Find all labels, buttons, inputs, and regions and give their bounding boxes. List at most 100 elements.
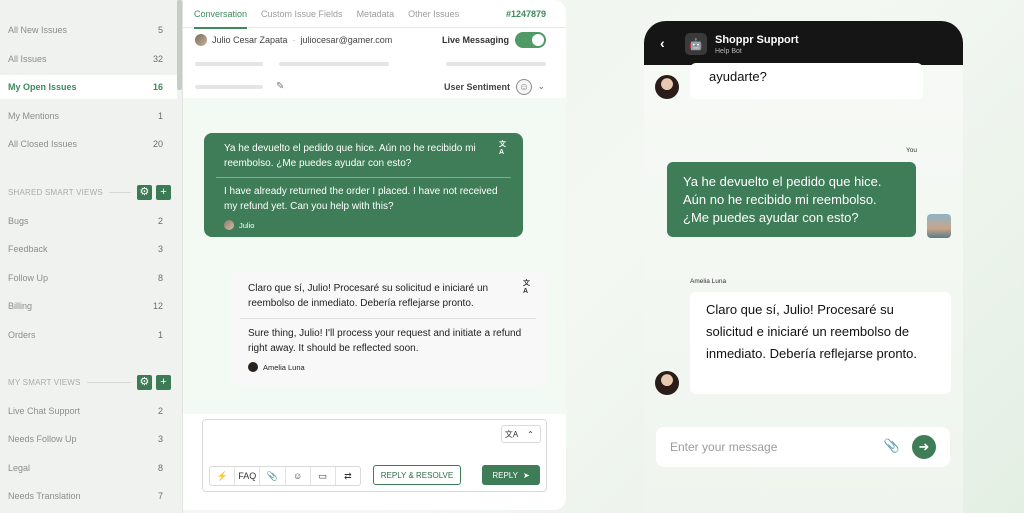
divider: [216, 177, 511, 178]
tab-custom-issue-fields[interactable]: Custom Issue Fields: [261, 0, 343, 28]
sidebar-item-my-mentions[interactable]: My Mentions 1: [0, 104, 177, 128]
pencil-icon[interactable]: ✎: [276, 81, 284, 92]
sidebar-scrollbar[interactable]: [177, 0, 182, 90]
ticket-id: #1247879: [505, 9, 546, 19]
message-translation: I have already returned the order I plac…: [224, 186, 498, 212]
message-author: Amelia Luna: [248, 362, 528, 372]
sidebar-item-needs-follow-up[interactable]: Needs Follow Up 3: [0, 427, 177, 451]
sidebar-item-label: All Closed Issues: [8, 139, 78, 149]
divider: [108, 191, 131, 193]
briefcase-icon[interactable]: ▭: [311, 467, 336, 485]
avatar: [927, 214, 951, 238]
sidebar-item-label: My Open Issues: [8, 82, 77, 92]
sidebar-item-orders[interactable]: Orders 1: [0, 323, 177, 347]
paperclip-icon[interactable]: 📎: [884, 438, 900, 454]
chevron-up-icon[interactable]: ⌃: [521, 426, 540, 442]
reply-and-resolve-button[interactable]: REPLY & RESOLVE: [373, 465, 461, 485]
plus-icon[interactable]: +: [156, 374, 171, 390]
tab-bar: Conversation Custom Issue Fields Metadat…: [183, 0, 566, 29]
tab-conversation[interactable]: Conversation: [194, 0, 248, 29]
sidebar-item-billing[interactable]: Billing 12: [0, 294, 177, 318]
paperclip-icon[interactable]: 📎: [260, 467, 286, 485]
divider: [86, 381, 131, 383]
sidebar-item-follow-up[interactable]: Follow Up 8: [0, 266, 177, 290]
chat-message-user: Ya he devuelto el pedido que hice. Aún n…: [667, 162, 916, 237]
live-messaging-toggle[interactable]: [515, 32, 546, 48]
send-icon: ➤: [522, 470, 530, 480]
reply-button[interactable]: REPLY ➤: [482, 465, 540, 485]
sidebar-item-count: 1: [157, 330, 163, 340]
reply-button-label: REPLY: [492, 470, 518, 480]
sidebar-item-needs-translation[interactable]: Needs Translation 7: [0, 484, 177, 508]
you-label: You: [906, 147, 917, 154]
sidebar-item-my-open-issues[interactable]: My Open Issues 16: [0, 75, 177, 99]
sidebar-item-count: 2: [157, 216, 163, 226]
emoji-icon[interactable]: ☺: [286, 467, 311, 485]
live-messaging: Live Messaging: [442, 32, 546, 48]
sidebar-item-label: Billing: [8, 301, 33, 311]
composer-translate-controls: 文A ⌃: [501, 425, 541, 443]
composer-toolbar: ⚡ FAQ 📎 ☺ ▭ ⇄: [209, 466, 361, 486]
sidebar-item-label: Bugs: [8, 216, 29, 226]
sidebar-item-label: My Mentions: [8, 111, 60, 121]
section-title: MY SMART VIEWS: [8, 377, 81, 387]
lightning-icon[interactable]: ⚡: [210, 467, 236, 485]
conversation-panel: Conversation Custom Issue Fields Metadat…: [183, 0, 566, 510]
agent-message: 文A Claro que sí, Julio! Procesaré su sol…: [229, 272, 547, 386]
live-messaging-label: Live Messaging: [441, 35, 509, 45]
avatar: [195, 34, 207, 46]
sidebar-item-label: All New Issues: [8, 25, 68, 35]
gear-icon[interactable]: ⚙: [137, 374, 152, 390]
back-icon[interactable]: ‹: [660, 35, 665, 51]
translate-icon[interactable]: 文A: [523, 280, 535, 295]
chat-message-agent: ayudarte?: [690, 63, 923, 99]
sidebar-item-count: 1: [157, 111, 163, 121]
transfer-icon[interactable]: ⇄: [336, 467, 360, 485]
faq-icon[interactable]: FAQ: [235, 467, 261, 485]
placeholder-bar: [195, 85, 263, 89]
sidebar-item-count: 8: [157, 463, 163, 473]
customer-message: 文A Ya he devuelto el pedido que hice. Aú…: [204, 133, 523, 237]
sidebar-item-all-issues[interactable]: All Issues 32: [0, 47, 177, 71]
message-input[interactable]: Enter your message 📎 ➜: [656, 427, 950, 467]
sidebar-item-feedback[interactable]: Feedback 3: [0, 237, 177, 261]
sidebar-item-count: 8: [157, 273, 163, 283]
placeholder-bar: [195, 62, 263, 66]
avatar: [248, 362, 258, 372]
avatar: [224, 220, 234, 230]
customer-email: juliocesar@gamer.com: [300, 35, 393, 45]
chat-subtitle: Help Bot: [715, 48, 742, 55]
sidebar-item-all-new-issues[interactable]: All New Issues 5: [0, 18, 177, 42]
sidebar-item-label: All Issues: [8, 54, 47, 64]
sidebar-item-count: 32: [152, 54, 163, 64]
translate-icon[interactable]: 文A: [499, 141, 511, 156]
customer-name: Julio Cesar Zapata: [212, 35, 288, 45]
avatar: [655, 75, 679, 99]
sidebar-item-live-chat-support[interactable]: Live Chat Support 2: [0, 399, 177, 423]
sidebar-item-count: 3: [157, 244, 163, 254]
reply-composer[interactable]: 文A ⌃ ⚡ FAQ 📎 ☺ ▭ ⇄ REPLY & RESOLVE REPLY…: [202, 419, 547, 492]
sidebar-item-all-closed-issues[interactable]: All Closed Issues 20: [0, 132, 177, 156]
sidebar-item-count: 2: [157, 406, 163, 416]
sidebar: All New Issues 5 All Issues 32 My Open I…: [0, 0, 183, 513]
sidebar-item-legal[interactable]: Legal 8: [0, 456, 177, 480]
chevron-down-icon[interactable]: ⌄: [537, 81, 545, 92]
message-original: Claro que sí, Julio! Procesaré su solici…: [248, 283, 489, 309]
sentiment-label: User Sentiment: [443, 82, 510, 92]
sentiment-row: ✎ User Sentiment ☺ ⌄: [183, 76, 566, 98]
tab-metadata[interactable]: Metadata: [357, 0, 395, 28]
sidebar-item-label: Live Chat Support: [8, 406, 81, 416]
sidebar-item-label: Orders: [8, 330, 36, 340]
gear-icon[interactable]: ⚙: [137, 184, 152, 200]
sidebar-item-label: Follow Up: [8, 273, 49, 283]
chat-title: Shoppr Support: [715, 34, 799, 46]
chat-message-agent: Claro que sí, Julio! Procesaré su solici…: [690, 292, 951, 394]
tab-other-issues[interactable]: Other Issues: [408, 0, 459, 28]
sidebar-item-bugs[interactable]: Bugs 2: [0, 209, 177, 233]
neutral-face-icon[interactable]: ☺: [516, 79, 532, 95]
send-button[interactable]: ➜: [912, 435, 936, 459]
sidebar-item-label: Needs Translation: [8, 491, 81, 501]
agent-name-label: Amelia Luna: [690, 278, 727, 285]
plus-icon[interactable]: +: [156, 184, 171, 200]
translate-icon[interactable]: 文A: [502, 426, 521, 442]
